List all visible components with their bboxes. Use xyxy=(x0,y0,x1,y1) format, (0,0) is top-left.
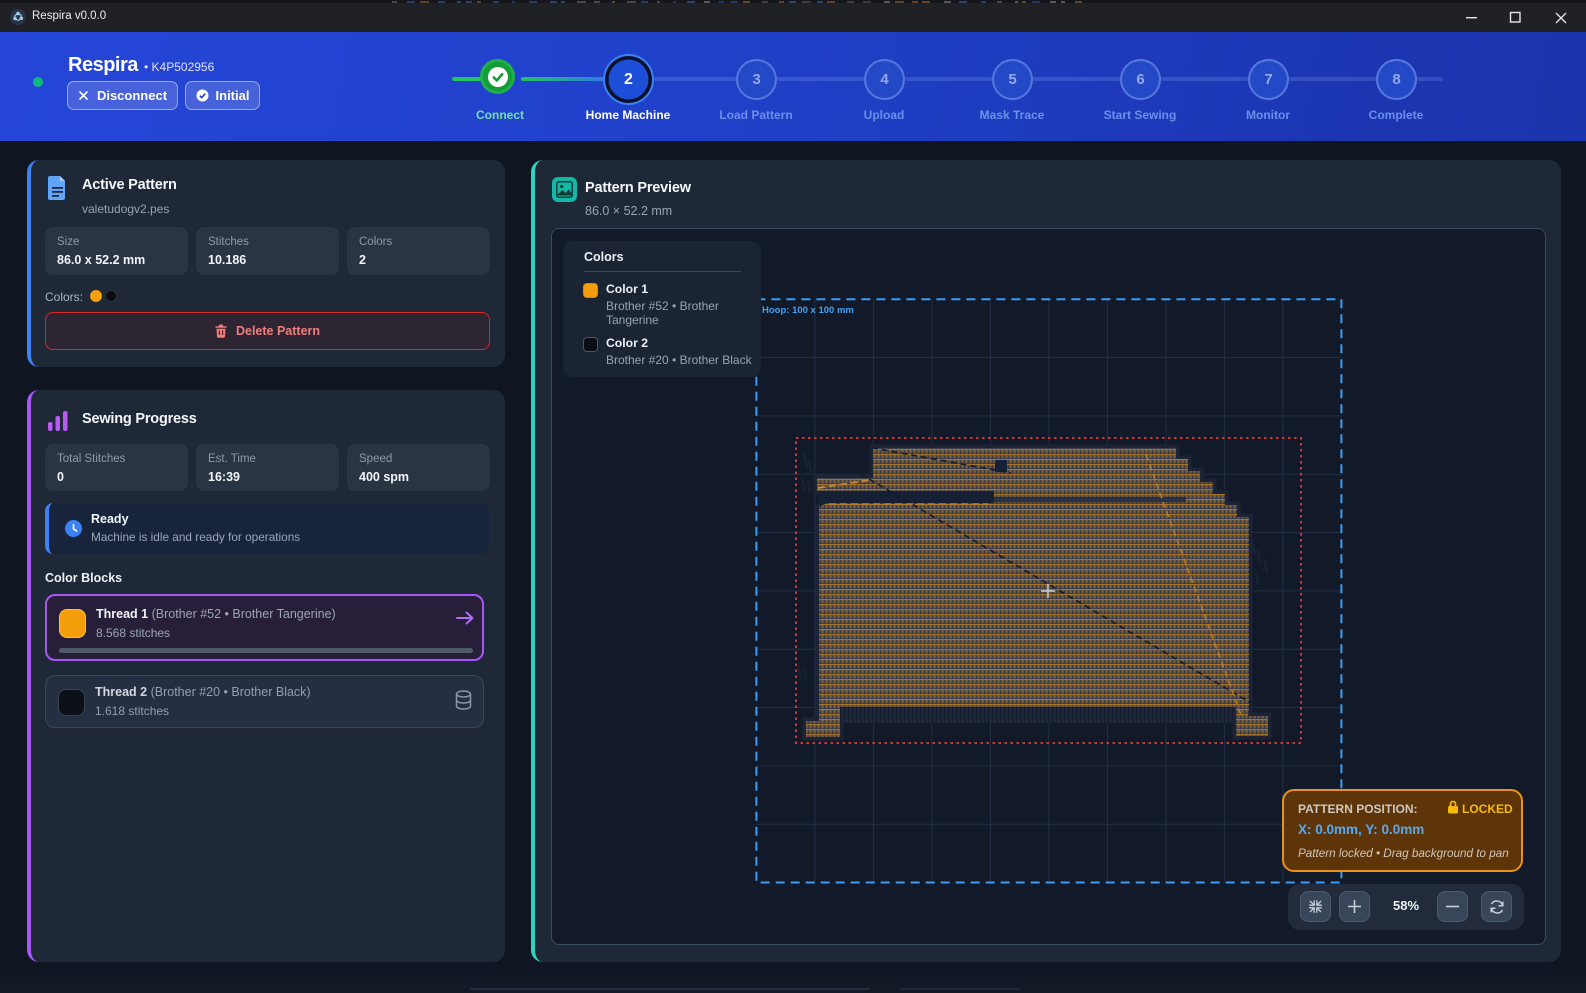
svg-text:Hoop: 100 x 100 mm: Hoop: 100 x 100 mm xyxy=(762,305,854,316)
